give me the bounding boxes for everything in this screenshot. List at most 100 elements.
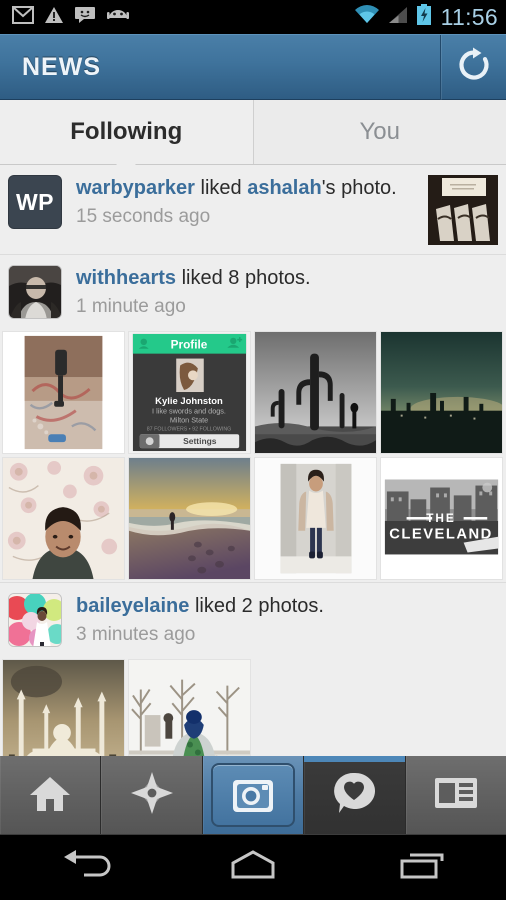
actor-username[interactable]: warbyparker	[76, 177, 195, 199]
svg-text:Settings: Settings	[183, 436, 217, 446]
story-suffix: 's photo.	[321, 177, 397, 199]
tab-following-label: Following	[70, 118, 183, 145]
list-item[interactable]: baileyelaine liked 2 photos. 3 minutes a…	[0, 582, 506, 756]
avatar-initials: WP	[15, 188, 55, 215]
nav-news[interactable]	[304, 756, 406, 834]
story-text: withhearts liked 8 photos. 1 minute ago	[62, 265, 498, 318]
actor-username[interactable]: withhearts	[76, 267, 176, 289]
target-username[interactable]: ashalah	[247, 177, 321, 199]
system-navigation-bar	[0, 834, 506, 900]
list-item[interactable]	[254, 331, 377, 454]
status-bar-notifications	[8, 5, 130, 29]
svg-text:87 FOLLOWERS • 92 FOLLOWING: 87 FOLLOWERS • 92 FOLLOWING	[147, 426, 232, 432]
tab-you[interactable]: You	[252, 100, 506, 164]
refresh-icon	[455, 46, 493, 89]
story-text: baileyelaine liked 2 photos. 3 minutes a…	[62, 593, 498, 646]
app-bottom-nav	[0, 756, 506, 834]
story-line: warbyparker liked ashalah's photo.	[76, 176, 422, 200]
news-heart-icon	[331, 772, 377, 819]
story-verb: liked	[176, 267, 229, 289]
home-icon	[28, 773, 72, 818]
list-item[interactable]: WP warbyparker liked ashalah's photo. 15…	[0, 165, 506, 255]
graffiti-wall-skater	[3, 332, 124, 453]
gmail-icon	[12, 5, 34, 29]
list-item[interactable]	[2, 659, 125, 756]
story-suffix: 2 photos.	[241, 595, 324, 617]
recents-icon	[394, 849, 450, 886]
list-item[interactable]	[254, 457, 377, 580]
avatar[interactable]: WP	[8, 175, 62, 229]
photo-grid: Profile Kylie Johnston I like swords and…	[0, 328, 506, 582]
woman-standing-in-hallway	[255, 458, 376, 579]
system-recents-button[interactable]	[337, 849, 506, 886]
tab-you-label: You	[359, 118, 401, 145]
status-bar-system: 11:56	[354, 0, 498, 34]
list-item[interactable]: Profile Kylie Johnston I like swords and…	[128, 331, 251, 454]
list-item[interactable]	[128, 457, 251, 580]
woman-with-colorful-balloons	[9, 594, 61, 646]
actor-username[interactable]: baileyelaine	[76, 595, 189, 617]
portrait-man-with-glasses	[9, 266, 61, 318]
nav-home[interactable]	[0, 756, 102, 834]
nav-explore[interactable]	[101, 756, 203, 834]
svg-text:I like swords and dogs.: I like swords and dogs.	[152, 407, 226, 416]
list-item[interactable]	[380, 331, 503, 454]
active-tab-indicator	[304, 756, 405, 762]
story-header[interactable]: withhearts liked 8 photos. 1 minute ago	[0, 255, 506, 328]
svg-text:Milton State: Milton State	[170, 416, 208, 425]
list-item[interactable]	[128, 659, 251, 756]
signal-icon	[387, 5, 409, 30]
profile-app-screenshot: Profile Kylie Johnston I like swords and…	[129, 332, 250, 453]
list-item[interactable]: THE CLEVELAND	[380, 457, 503, 580]
battery-charging-icon	[416, 3, 432, 31]
svg-text:Kylie Johnston: Kylie Johnston	[155, 396, 223, 407]
list-item[interactable]: withhearts liked 8 photos. 1 minute ago	[0, 255, 506, 582]
list-item[interactable]	[2, 331, 125, 454]
beach-sunset-surfer-footprints	[129, 458, 250, 579]
dark-teal-city-skyline	[381, 332, 502, 453]
story-header[interactable]: WP warbyparker liked ashalah's photo. 15…	[0, 165, 506, 255]
phone-screen: 11:56 NEWS Following You WP warbyparker …	[0, 0, 506, 900]
list-item[interactable]	[2, 457, 125, 580]
story-suffix: 8 photos.	[228, 267, 311, 289]
android-icon	[106, 7, 130, 28]
story-verb: liked	[189, 595, 242, 617]
story-verb: liked	[194, 177, 248, 199]
eyeglasses-display-case-photo	[428, 175, 498, 245]
news-feed[interactable]: WP warbyparker liked ashalah's photo. 15…	[0, 165, 506, 756]
photo-grid	[0, 656, 506, 756]
action-bar: NEWS	[0, 34, 506, 100]
feed-list-icon	[434, 777, 478, 814]
avatar[interactable]	[8, 265, 62, 319]
tab-following[interactable]: Following	[0, 100, 253, 173]
status-bar-clock: 11:56	[440, 3, 498, 30]
nav-camera[interactable]	[202, 756, 305, 834]
back-icon	[56, 849, 112, 886]
winter-snow-patterned-coat-person	[129, 660, 250, 756]
story-timestamp: 3 minutes ago	[76, 624, 196, 645]
tab-bar: Following You	[0, 100, 506, 173]
svg-text:Profile: Profile	[171, 338, 208, 352]
home-icon	[225, 849, 281, 886]
story-header[interactable]: baileyelaine liked 2 photos. 3 minutes a…	[0, 582, 506, 656]
nav-feed[interactable]	[405, 756, 506, 834]
explore-compass-icon	[130, 771, 174, 820]
story-line: withhearts liked 8 photos.	[76, 266, 498, 290]
page-title: NEWS	[22, 53, 101, 81]
system-home-button[interactable]	[169, 849, 338, 886]
system-back-button[interactable]	[0, 849, 169, 886]
the-cleveland-rooftop-sign: THE CLEVELAND	[381, 458, 502, 579]
refresh-button[interactable]	[440, 35, 506, 100]
camera-icon	[211, 763, 296, 827]
story-timestamp: 1 minute ago	[76, 296, 186, 317]
chat-icon	[74, 6, 96, 29]
story-line: baileyelaine liked 2 photos.	[76, 594, 498, 618]
sepia-mosque-minarets-silhouette	[3, 660, 124, 756]
story-text: warbyparker liked ashalah's photo. 15 se…	[62, 175, 422, 228]
woman-floral-wallpaper-portrait	[3, 458, 124, 579]
story-thumbnail[interactable]	[428, 175, 498, 245]
black-and-white-cactus-desert	[255, 332, 376, 453]
svg-text:CLEVELAND: CLEVELAND	[389, 527, 492, 543]
avatar[interactable]	[8, 593, 62, 647]
warning-icon	[44, 6, 64, 29]
